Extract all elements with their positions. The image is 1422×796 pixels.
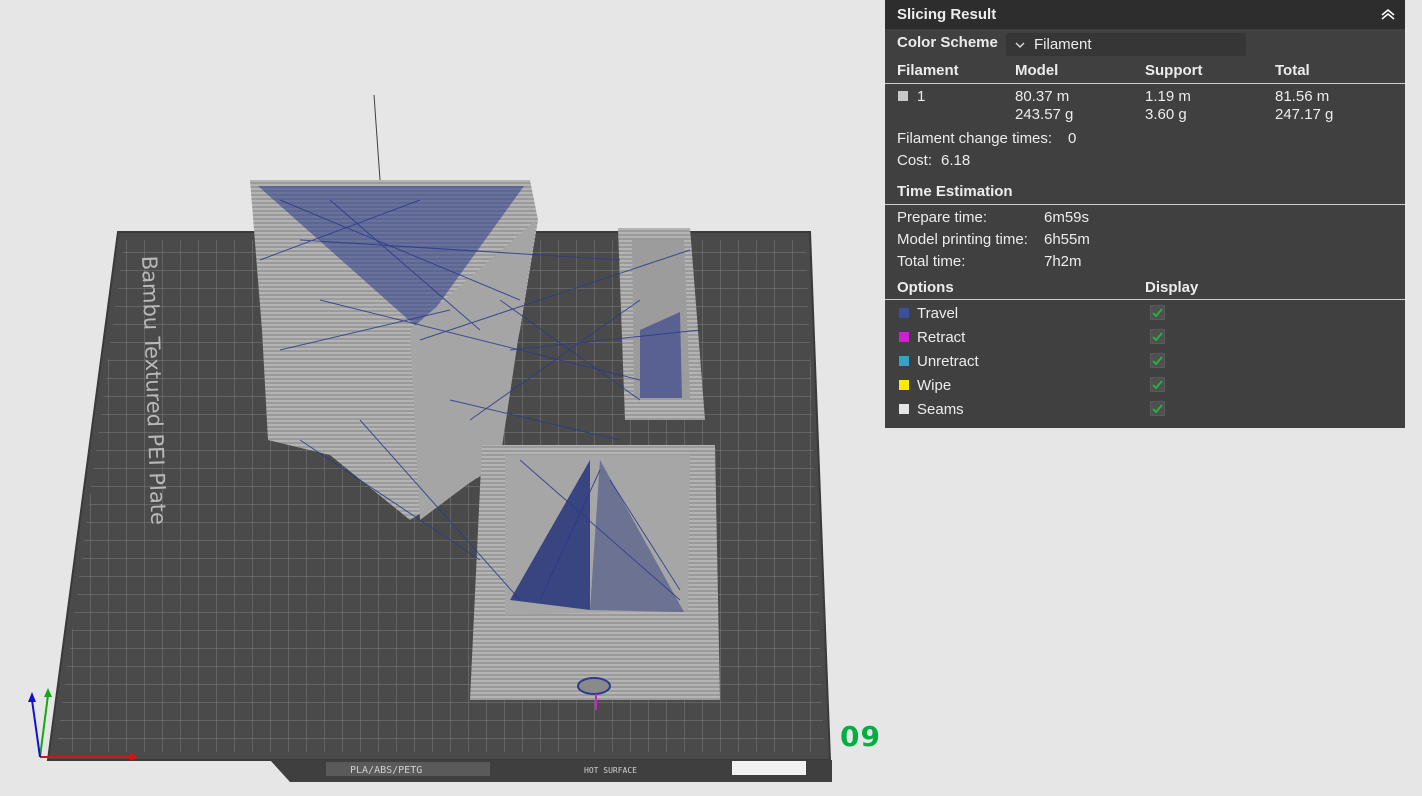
color-scheme-label: Color Scheme <box>897 34 998 51</box>
seams-swatch <box>899 404 909 414</box>
option-travel-label: Travel <box>917 305 959 322</box>
divider <box>885 204 1405 205</box>
chevron-down-icon <box>1015 42 1025 48</box>
total-time-label: Total time: <box>897 253 966 270</box>
total-weight: 247.17 g <box>1275 106 1334 123</box>
option-seams-label: Seams <box>917 401 964 418</box>
travel-display-checkbox[interactable] <box>1150 305 1165 320</box>
color-scheme-value: Filament <box>1034 36 1092 53</box>
total-length: 81.56 m <box>1275 88 1330 105</box>
checkmark-icon <box>1152 308 1163 318</box>
checkmark-icon <box>1152 404 1163 414</box>
col-header-filament: Filament <box>897 62 959 79</box>
retract-display-checkbox[interactable] <box>1150 329 1165 344</box>
col-header-support: Support <box>1145 62 1203 79</box>
total-time-value: 7h2m <box>1044 253 1082 270</box>
model-weight: 243.57 g <box>1015 106 1074 123</box>
filament-change-label: Filament change times: <box>897 130 1053 147</box>
option-retract-label: Retract <box>917 329 966 346</box>
divider <box>885 83 1405 84</box>
model-length: 80.37 m <box>1015 88 1070 105</box>
collapse-icon[interactable] <box>1379 5 1397 23</box>
wipe-display-checkbox[interactable] <box>1150 377 1165 392</box>
option-wipe-label: Wipe <box>917 377 952 394</box>
panel-title: Slicing Result <box>897 6 997 23</box>
plate-surface-label: HOT SURFACE <box>584 766 637 775</box>
checkmark-icon <box>1152 332 1163 342</box>
plate-filament-label: PLA/ABS/PETG <box>350 765 422 776</box>
model-printing-time-label: Model printing time: <box>897 231 1028 248</box>
wipe-swatch <box>899 380 909 390</box>
retract-swatch <box>899 332 909 342</box>
slicing-result-panel: Slicing Result Color Scheme Filament Fil… <box>885 0 1405 428</box>
color-scheme-dropdown[interactable]: Filament <box>1006 33 1246 56</box>
divider <box>885 299 1405 300</box>
filament-swatch <box>898 91 908 101</box>
time-estimation-title: Time Estimation <box>897 183 1013 200</box>
options-header: Options <box>897 279 954 296</box>
filament-change-value: 0 <box>1068 130 1077 147</box>
plate-number[interactable]: 09 <box>840 720 881 753</box>
col-header-model: Model <box>1015 62 1059 79</box>
support-length: 1.19 m <box>1145 88 1191 105</box>
checkmark-icon <box>1152 380 1163 390</box>
prepare-time-value: 6m59s <box>1044 209 1090 226</box>
unretract-display-checkbox[interactable] <box>1150 353 1165 368</box>
filament-id: 1 <box>917 88 926 105</box>
support-weight: 3.60 g <box>1145 106 1187 123</box>
travel-swatch <box>899 308 909 318</box>
col-header-total: Total <box>1275 62 1310 79</box>
prepare-time-label: Prepare time: <box>897 209 988 226</box>
checkmark-icon <box>1152 356 1163 366</box>
cost-label: Cost: <box>897 152 933 169</box>
unretract-swatch <box>899 356 909 366</box>
display-header: Display <box>1145 279 1199 296</box>
cost-value: 6.18 <box>941 152 971 169</box>
seams-display-checkbox[interactable] <box>1150 401 1165 416</box>
model-printing-time-value: 6h55m <box>1044 231 1090 248</box>
option-unretract-label: Unretract <box>917 353 979 370</box>
panel-header: Slicing Result <box>885 0 1405 29</box>
